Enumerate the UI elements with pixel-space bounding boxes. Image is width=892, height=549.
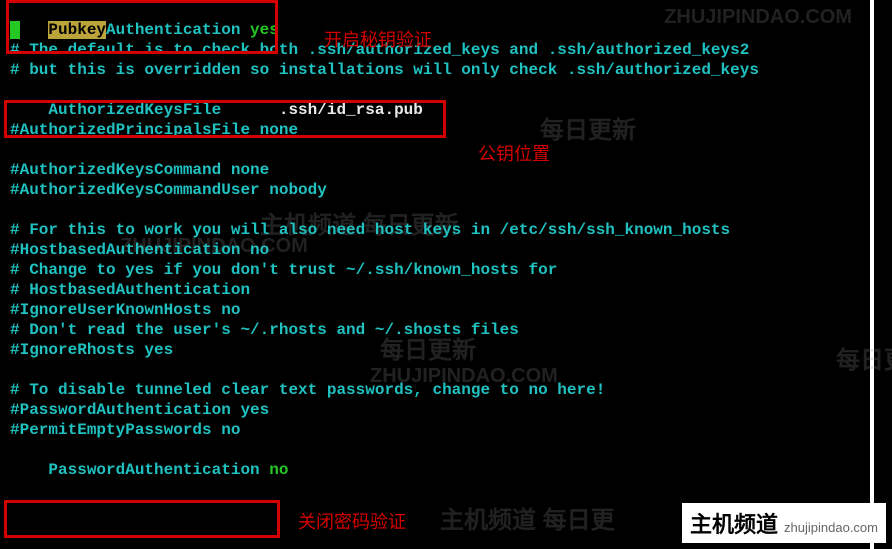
watermark-cn-4: 主机频道 每日更 xyxy=(440,500,615,535)
redbox-pwdauth xyxy=(4,500,280,538)
annot-pubkey-loc: 公钥位置 xyxy=(478,140,550,166)
comment-pwdauth: #PasswordAuthentication yes xyxy=(0,400,892,420)
comment-authkeyscmd: #AuthorizedKeysCommand none xyxy=(0,160,892,180)
comment-principals: #AuthorizedPrincipalsFile none xyxy=(0,120,892,140)
comment-ignorerhosts: #IgnoreRhosts yes xyxy=(0,340,892,360)
comment-disablepwd: # To disable tunneled clear text passwor… xyxy=(0,380,892,400)
comment-hostbased2: # HostbasedAuthentication xyxy=(0,280,892,300)
comment-emptypwd: #PermitEmptyPasswords no xyxy=(0,420,892,440)
pwdauth-key: PasswordAuthentication xyxy=(48,461,259,479)
comment-authkeyscmduser: #AuthorizedKeysCommandUser nobody xyxy=(0,180,892,200)
cursor xyxy=(10,21,20,39)
comment-ignoreknown: #IgnoreUserKnownHosts no xyxy=(0,300,892,320)
annot-disable-pwd: 关闭密码验证 xyxy=(298,508,406,534)
cursor-line xyxy=(0,20,892,40)
comment-hostbasedauth: #HostbasedAuthentication no xyxy=(0,240,892,260)
authkeys-value: .ssh/id_rsa.pub xyxy=(279,101,423,119)
pwdauth-value: no xyxy=(269,461,288,479)
comment-default-1: # The default is to check both .ssh/auth… xyxy=(0,40,892,60)
comment-default-2: # but this is overridden so installation… xyxy=(0,60,892,80)
brand-badge: 主机频道 zhujipindao.com xyxy=(682,503,886,543)
comment-rhosts: # Don't read the user's ~/.rhosts and ~/… xyxy=(0,320,892,340)
authkeys-key: AuthorizedKeysFile xyxy=(48,101,221,119)
config-line-pubkey: PubkeyAuthentication yes xyxy=(0,0,892,20)
config-line-authkeys: AuthorizedKeysFile .ssh/id_rsa.pub xyxy=(0,80,892,100)
brand-url: zhujipindao.com xyxy=(784,520,878,535)
comment-hostkeys: # For this to work you will also need ho… xyxy=(0,220,892,240)
authkeys-spacer xyxy=(221,101,279,119)
comment-changeyes: # Change to yes if you don't trust ~/.ss… xyxy=(0,260,892,280)
config-line-pwdauth: PasswordAuthentication no xyxy=(0,440,892,460)
terminal-screen: ZHUJIPINDAO.COM 每日更新 主机频道 每日更新 ZHUJIPIND… xyxy=(0,0,892,549)
brand-name: 主机频道 xyxy=(690,507,778,539)
annot-enable-key: 开启秘钥验证 xyxy=(324,26,432,52)
